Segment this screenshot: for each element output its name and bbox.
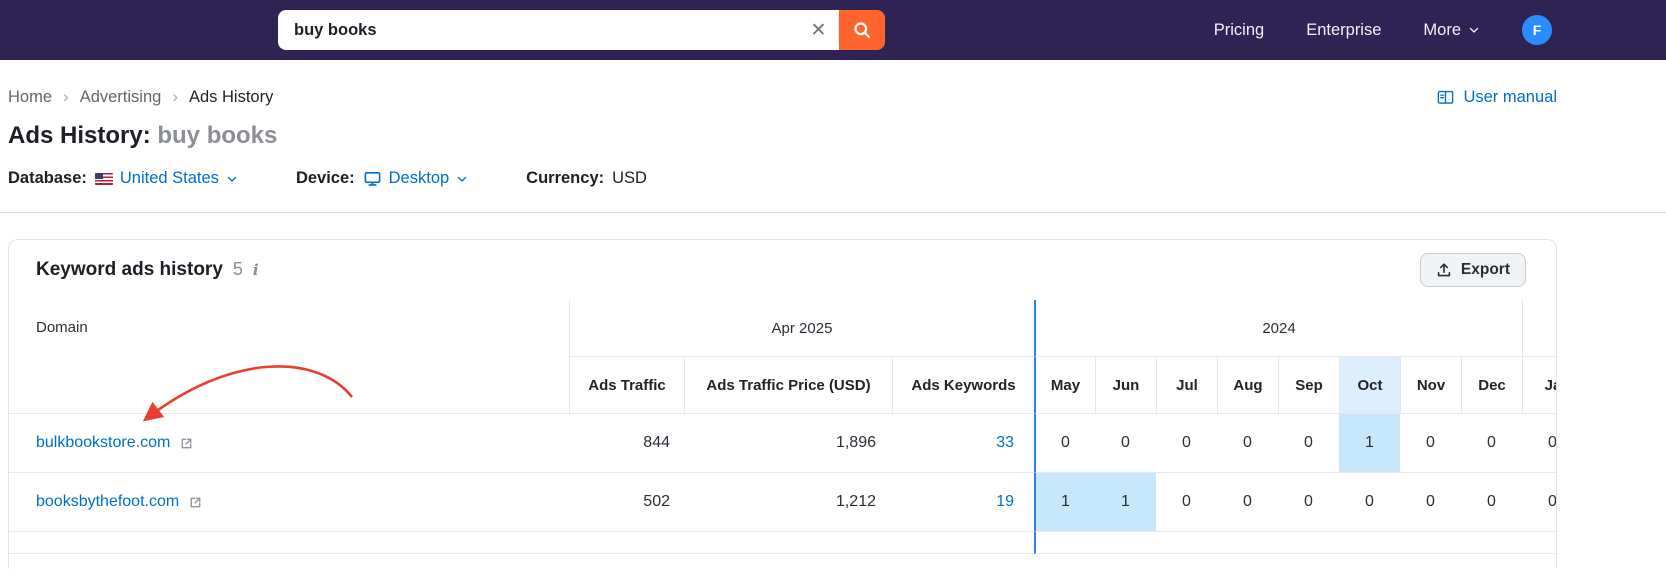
month-cell: 0 <box>1217 414 1278 473</box>
table-row-domain: bulkbookstore.com <box>9 414 569 473</box>
external-link-icon[interactable] <box>179 436 194 451</box>
ads-traffic-value: 844 <box>569 414 684 473</box>
month-cell: 0 <box>1522 414 1556 473</box>
month-cell: 0 <box>1034 414 1095 473</box>
ads-keywords-value: 33 <box>892 414 1034 473</box>
device-label: Device: <box>295 169 355 187</box>
column-header-domain: Domain <box>9 300 569 414</box>
database-select[interactable]: United States <box>94 169 238 188</box>
month-cell: 0 <box>1522 473 1556 532</box>
column-header-month: Ja <box>1522 357 1556 414</box>
top-nav: Pricing Enterprise More F <box>1214 15 1666 45</box>
external-link-icon[interactable] <box>188 495 203 510</box>
month-cell: 0 <box>1400 414 1461 473</box>
currency-value: USD <box>612 169 647 187</box>
nav-enterprise[interactable]: Enterprise <box>1306 21 1381 40</box>
month-cell: 0 <box>1156 473 1217 532</box>
ads-keywords-link[interactable]: 33 <box>996 434 1014 452</box>
page-title-query: buy books <box>157 122 278 149</box>
domain-link[interactable]: bulkbookstore.com <box>36 434 170 452</box>
search-input[interactable] <box>278 10 839 50</box>
month-cell: 0 <box>1156 414 1217 473</box>
ads-traffic-price-value: 1,212 <box>684 473 892 532</box>
column-header-ads-traffic-price: Ads Traffic Price (USD) <box>684 357 892 414</box>
chevron-right-icon: › <box>63 87 69 106</box>
column-header-month: Dec <box>1461 357 1522 414</box>
nav-more[interactable]: More <box>1423 21 1480 40</box>
desktop-icon <box>363 169 382 188</box>
chevron-down-icon <box>1468 24 1480 36</box>
column-header-month: Jul <box>1156 357 1217 414</box>
month-cell: 0 <box>1461 414 1522 473</box>
user-manual-link[interactable]: User manual <box>1436 88 1557 107</box>
month-cell: 1 <box>1095 473 1156 532</box>
column-header-month: Nov <box>1400 357 1461 414</box>
column-group-next <box>1522 300 1556 357</box>
column-header-month: Aug <box>1217 357 1278 414</box>
column-header-month: May <box>1034 357 1095 414</box>
chevron-right-icon: › <box>172 87 178 106</box>
search-submit-button[interactable] <box>839 10 885 50</box>
column-group-2024: 2024 <box>1034 300 1522 357</box>
page-title: Ads History: buy books <box>8 122 278 149</box>
ads-keywords-value: 19 <box>892 473 1034 532</box>
breadcrumb-home[interactable]: Home <box>8 88 52 107</box>
currency-filter: Currency: USD <box>526 169 647 188</box>
nav-pricing[interactable]: Pricing <box>1214 21 1264 40</box>
month-cell: 0 <box>1278 414 1339 473</box>
domain-link[interactable]: booksbythefoot.com <box>36 493 179 511</box>
device-filter: Device: Desktop <box>296 169 468 188</box>
month-cell: 1 <box>1339 414 1400 473</box>
book-icon <box>1436 88 1455 107</box>
device-select[interactable]: Desktop <box>363 169 469 188</box>
avatar[interactable]: F <box>1522 15 1552 45</box>
column-header-month: Sep <box>1278 357 1339 414</box>
column-header-month: Jun <box>1095 357 1156 414</box>
export-button[interactable]: Export <box>1419 253 1526 287</box>
search-icon <box>852 20 872 40</box>
section-divider <box>0 212 1666 213</box>
column-header-ads-traffic: Ads Traffic <box>569 357 684 414</box>
month-cell: 0 <box>1095 414 1156 473</box>
column-group-apr-2025: Apr 2025 <box>569 300 1034 357</box>
clear-search-button[interactable]: ✕ <box>799 17 839 43</box>
us-flag-icon <box>94 172 113 185</box>
month-cell: 0 <box>1461 473 1522 532</box>
breadcrumb-advertising[interactable]: Advertising <box>80 88 162 107</box>
database-filter: Database: United States <box>8 169 238 188</box>
breadcrumb: Home › Advertising › Ads History <box>8 87 273 107</box>
column-header-ads-keywords: Ads Keywords <box>892 357 1034 414</box>
breadcrumb-current: Ads History <box>188 87 274 106</box>
month-cell: 0 <box>1400 473 1461 532</box>
month-cell: 0 <box>1339 473 1400 532</box>
month-cell: 0 <box>1278 473 1339 532</box>
ads-traffic-price-value: 1,896 <box>684 414 892 473</box>
info-icon[interactable]: i <box>253 261 259 279</box>
table-row-partial <box>1034 532 1556 554</box>
table-row-domain: booksbythefoot.com <box>9 473 569 532</box>
column-header-month: Oct <box>1339 357 1400 414</box>
topbar: ✕ Pricing Enterprise More F <box>0 0 1666 60</box>
currency-label: Currency: <box>526 169 605 187</box>
database-label: Database: <box>8 169 87 187</box>
ads-keywords-link[interactable]: 19 <box>996 493 1014 511</box>
month-cell: 1 <box>1034 473 1095 532</box>
keyword-ads-history-table: Domain Apr 2025 2024 Ads Traffic Ads Tra… <box>9 300 1556 554</box>
ads-traffic-value: 502 <box>569 473 684 532</box>
chevron-down-icon <box>456 173 468 185</box>
card-title: Keyword ads history 5 i <box>36 259 259 280</box>
table-row-partial <box>9 532 1034 554</box>
search-bar: ✕ <box>278 10 885 50</box>
chevron-down-icon <box>226 173 238 185</box>
user-manual-label: User manual <box>1463 87 1557 106</box>
export-icon <box>1436 262 1452 278</box>
keyword-ads-history-card: Keyword ads history 5 i Export Domain Ap… <box>8 239 1557 569</box>
close-icon: ✕ <box>810 19 827 41</box>
result-count: 5 <box>232 259 243 279</box>
month-cell: 0 <box>1217 473 1278 532</box>
filters-bar: Database: United States Device: Desktop <box>8 169 1658 188</box>
